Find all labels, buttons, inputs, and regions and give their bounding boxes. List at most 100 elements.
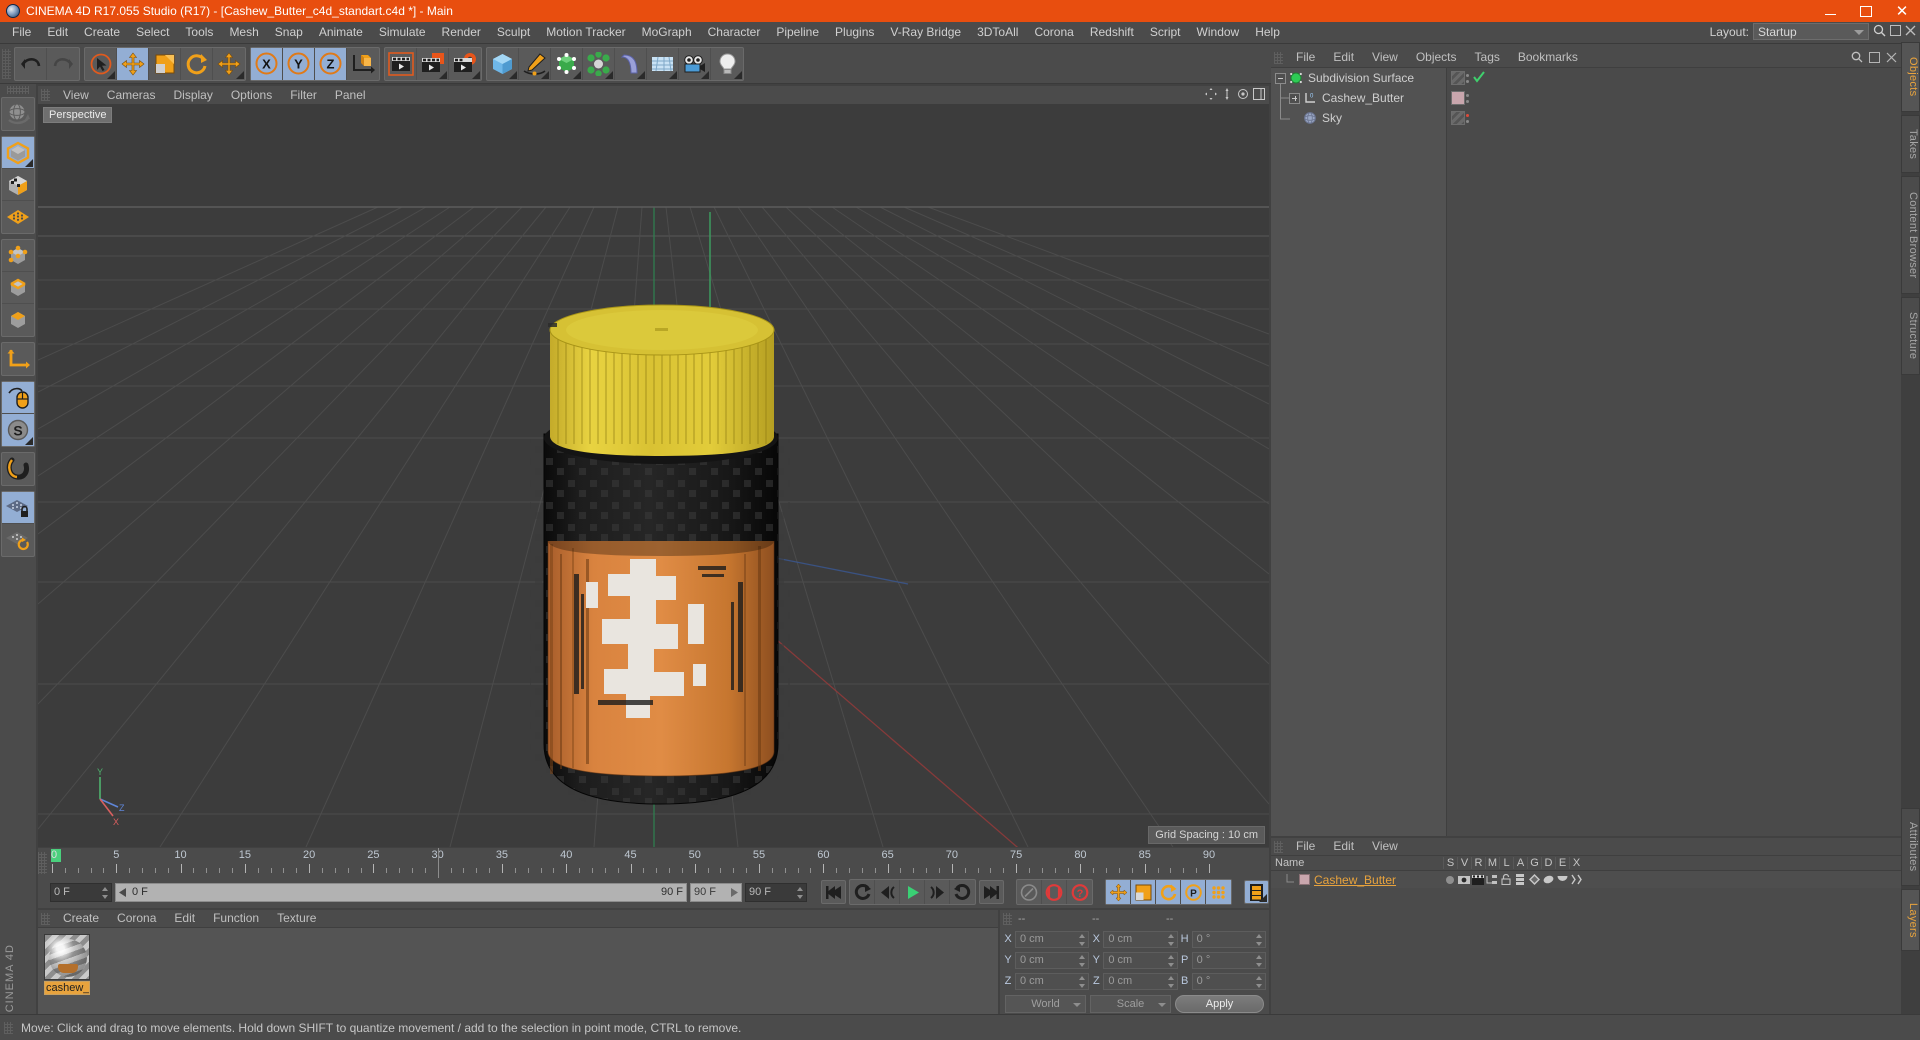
column-g[interactable]: G: [1527, 857, 1541, 869]
rotate-view-icon[interactable]: [1237, 88, 1249, 103]
add-bend-button[interactable]: [615, 47, 647, 80]
close-layout-icon[interactable]: [1905, 25, 1916, 39]
tag-dots-icon[interactable]: [1465, 93, 1469, 103]
material-list[interactable]: cashew_: [38, 928, 998, 1014]
menu-render[interactable]: Render: [434, 22, 489, 43]
coord-system-dropdown[interactable]: World: [1005, 995, 1087, 1013]
material-menu-create[interactable]: Create: [54, 910, 108, 927]
add-camera-button[interactable]: [679, 47, 711, 80]
texture-mode-button[interactable]: [2, 169, 34, 201]
column-s[interactable]: S: [1443, 857, 1457, 869]
coord-pos-z-field[interactable]: 0 cm: [1015, 972, 1090, 990]
move-alt-tool[interactable]: [213, 48, 245, 80]
object-menu-objects[interactable]: Objects: [1407, 48, 1466, 67]
menu-script[interactable]: Script: [1142, 22, 1189, 43]
polygons-mode-button[interactable]: [2, 304, 34, 336]
spinner-icon[interactable]: [102, 886, 109, 899]
status-bar-grip[interactable]: [4, 1021, 13, 1034]
points-mode-button[interactable]: [2, 240, 34, 272]
close-button[interactable]: ✕: [1884, 0, 1920, 22]
material-menu-corona[interactable]: Corona: [108, 910, 165, 927]
workplane-rotate-button[interactable]: [2, 524, 34, 556]
point-level-animation-toggle[interactable]: [1206, 880, 1231, 904]
menu-file[interactable]: File: [4, 22, 39, 43]
add-generator-button[interactable]: [551, 47, 583, 80]
timeline-scrollbar[interactable]: 0 F 90 F: [115, 882, 687, 902]
rotation-key-toggle[interactable]: [1156, 880, 1181, 904]
render-to-picture-viewer-button[interactable]: [417, 47, 449, 80]
axis-z-toggle[interactable]: Z: [315, 47, 347, 80]
menu-3dtoall[interactable]: 3DToAll: [969, 22, 1026, 43]
scale-key-toggle[interactable]: [1131, 880, 1156, 904]
layout-dropdown[interactable]: Startup: [1753, 23, 1869, 40]
layer-xref-icon[interactable]: [1569, 874, 1583, 885]
viewport-menu-display[interactable]: Display: [164, 87, 221, 104]
coord-size-x-field[interactable]: 0 cm: [1103, 930, 1178, 948]
layer-manager-grip[interactable]: [1274, 840, 1283, 853]
render-view-button[interactable]: [385, 47, 417, 80]
layer-visible-icon[interactable]: [1457, 875, 1471, 885]
menu-plugins[interactable]: Plugins: [827, 22, 882, 43]
minimize-button[interactable]: [1812, 0, 1848, 22]
menu-character[interactable]: Character: [700, 22, 769, 43]
workplane-lock-button[interactable]: [2, 492, 34, 524]
edges-mode-button[interactable]: [2, 272, 34, 304]
material-manager-grip[interactable]: [41, 912, 50, 925]
add-cube-button[interactable]: [487, 47, 519, 80]
position-key-toggle[interactable]: [1106, 880, 1131, 904]
search-icon[interactable]: [1873, 24, 1886, 40]
column-l[interactable]: L: [1499, 857, 1513, 869]
expander-minus-icon[interactable]: [1275, 72, 1286, 84]
column-r[interactable]: R: [1471, 857, 1485, 869]
column-m[interactable]: M: [1485, 857, 1499, 869]
end-frame-field[interactable]: 90 F: [745, 882, 807, 902]
scale-tool[interactable]: [149, 47, 181, 80]
object-menu-file[interactable]: File: [1287, 48, 1324, 67]
object-row-cashew-butter[interactable]: 0 Cashew_Butter: [1271, 88, 1446, 108]
enable-axis-button[interactable]: S: [2, 414, 34, 446]
current-frame-field[interactable]: 0 F: [50, 882, 112, 902]
material-menu-texture[interactable]: Texture: [268, 910, 325, 927]
column-a[interactable]: A: [1513, 857, 1527, 869]
axis-x-toggle[interactable]: X: [251, 47, 283, 80]
menu-corona[interactable]: Corona: [1026, 22, 1081, 43]
world-object-coord-toggle[interactable]: [347, 48, 379, 80]
maximize-view-icon[interactable]: [1253, 88, 1265, 103]
maximize-button[interactable]: [1848, 0, 1884, 22]
live-selection-tool[interactable]: [85, 47, 117, 80]
dock-tab-structure[interactable]: Structure: [1901, 297, 1920, 375]
undo-button[interactable]: [15, 47, 47, 80]
search-icon[interactable]: [1851, 51, 1863, 66]
column-e[interactable]: E: [1555, 857, 1569, 869]
coordinate-manager-grip[interactable]: [1003, 913, 1012, 925]
visible-check-icon[interactable]: [1473, 70, 1485, 86]
timeline-grip[interactable]: [38, 852, 47, 874]
object-menu-edit[interactable]: Edit: [1324, 48, 1363, 67]
move-tool[interactable]: [117, 47, 149, 80]
coord-rot-h-field[interactable]: 0 °: [1191, 930, 1266, 948]
tag-placeholder-icon[interactable]: [1451, 71, 1465, 85]
layer-menu-edit[interactable]: Edit: [1324, 838, 1363, 855]
restore-icon[interactable]: [1869, 51, 1880, 66]
object-tag-row-3[interactable]: [1447, 108, 1901, 128]
redo-button[interactable]: [47, 48, 79, 80]
menu-select[interactable]: Select: [128, 22, 177, 43]
open-timeline-button[interactable]: [1244, 880, 1269, 904]
viewport-solo-button[interactable]: [2, 382, 34, 414]
left-toolbar-grip[interactable]: [7, 86, 29, 94]
menu-create[interactable]: Create: [76, 22, 128, 43]
dock-tab-attributes[interactable]: Attributes: [1901, 808, 1920, 886]
coord-rot-p-field[interactable]: 0 °: [1191, 951, 1266, 969]
previous-key-button[interactable]: [850, 880, 875, 904]
layer-deformer-icon[interactable]: [1541, 874, 1555, 885]
next-key-button[interactable]: [950, 880, 975, 904]
layer-render-icon[interactable]: [1471, 874, 1485, 885]
object-menu-view[interactable]: View: [1363, 48, 1407, 67]
material-item[interactable]: cashew_: [44, 934, 90, 995]
workplane-mode-button[interactable]: [2, 201, 34, 233]
menu-motion-tracker[interactable]: Motion Tracker: [538, 22, 633, 43]
menu-window[interactable]: Window: [1189, 22, 1248, 43]
menu-simulate[interactable]: Simulate: [371, 22, 434, 43]
add-spline-button[interactable]: [519, 47, 551, 80]
column-x[interactable]: X: [1569, 857, 1583, 869]
